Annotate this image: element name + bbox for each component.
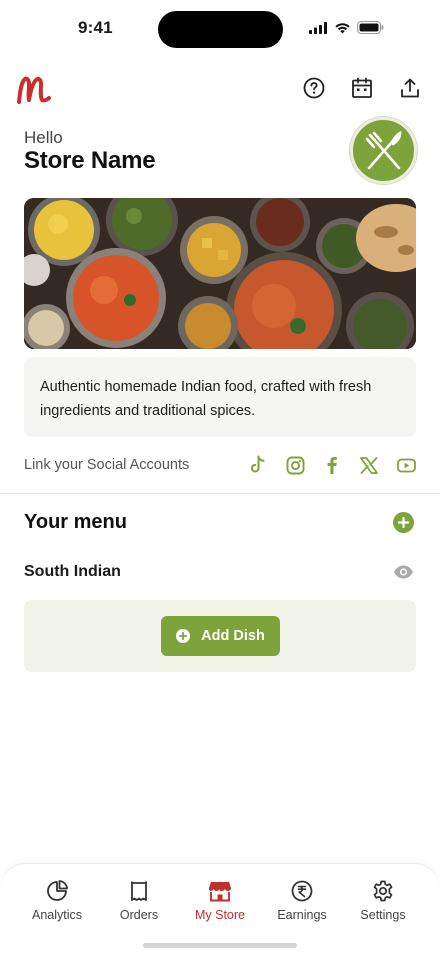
fork-knife-icon [365,130,401,169]
add-dish-button[interactable]: Add Dish [161,616,280,656]
status-bar: 9:41 [0,0,440,60]
store-name: Store Name [24,147,156,174]
store-avatar[interactable] [350,117,417,184]
section-divider [0,493,440,494]
x-icon[interactable] [359,455,379,475]
calendar-icon[interactable] [350,76,374,100]
rupee-icon [291,880,313,902]
add-dish-label: Add Dish [201,628,265,644]
nav-label-analytics: Analytics [31,908,83,922]
store-icon [208,882,231,902]
battery-icon [357,21,384,34]
share-icon[interactable] [398,76,422,100]
brand-logo[interactable] [16,74,52,106]
menu-category-name: South Indian [24,563,121,580]
status-icons [309,21,384,34]
orders-icon [131,881,147,901]
home-indicator [143,943,297,948]
status-time: 9:41 [78,18,113,37]
help-icon[interactable] [302,76,326,100]
wifi-icon [335,22,350,33]
social-accounts-label: Link your Social Accounts [24,457,190,473]
tiktok-icon[interactable] [248,455,268,475]
gear-icon [373,880,393,902]
eye-icon[interactable] [393,562,414,582]
social-icons [248,455,416,475]
add-category-button[interactable] [393,512,414,533]
nav-label-earnings: Earnings [277,908,327,922]
instagram-icon[interactable] [285,455,305,475]
nav-item-settings[interactable]: Settings [342,880,424,922]
cellular-signal-icon [309,21,327,34]
nav-item-analytics[interactable]: Analytics [16,880,98,922]
greeting-text: Hello [24,128,63,147]
top-actions [302,76,422,100]
nav-label-settings: Settings [360,908,406,922]
store-description: Authentic homemade Indian food, crafted … [40,379,372,419]
nav-item-earnings[interactable]: Earnings [261,880,343,922]
social-accounts-row: Link your Social Accounts [24,452,416,480]
nav-label-orders: Orders [119,908,159,922]
nav-item-my-store[interactable]: My Store [179,880,261,922]
facebook-icon[interactable] [322,455,342,475]
dish-list-area: Add Dish [24,600,416,672]
nav-label-my-store: My Store [194,908,245,922]
top-bar [0,72,440,108]
store-description-card[interactable]: Authentic homemade Indian food, crafted … [24,357,416,437]
youtube-icon[interactable] [396,455,416,475]
dynamic-island [158,11,283,48]
plus-circle-icon [176,629,191,643]
plus-icon [398,517,409,528]
analytics-icon [47,880,68,901]
nav-item-orders[interactable]: Orders [98,880,180,922]
store-banner-image [24,198,416,349]
menu-title: Your menu [24,511,127,533]
